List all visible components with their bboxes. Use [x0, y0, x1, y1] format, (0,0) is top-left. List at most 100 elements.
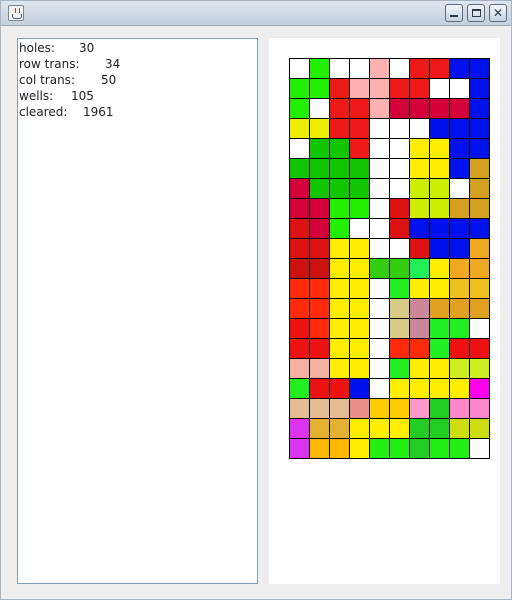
board-cell	[450, 99, 470, 119]
board-cell	[330, 99, 350, 119]
board-cell	[470, 219, 490, 239]
board-cell	[310, 119, 330, 139]
board-cell	[350, 299, 370, 319]
board-cell	[470, 359, 490, 379]
board-cell	[290, 59, 310, 79]
board-cell	[290, 159, 310, 179]
board-cell	[350, 199, 370, 219]
board-cell	[390, 199, 410, 219]
maximize-button[interactable]	[467, 4, 485, 22]
board-cell	[290, 199, 310, 219]
stat-value: 30	[79, 41, 95, 55]
maximize-icon	[471, 9, 481, 17]
board-cell	[310, 379, 330, 399]
client-area: holes: 30 row trans: 34 col trans: 50 wells…	[5, 31, 507, 595]
board-cell	[450, 279, 470, 299]
board-cell	[430, 279, 450, 299]
board-cell	[330, 379, 350, 399]
board-cell	[350, 359, 370, 379]
board-cell	[430, 199, 450, 219]
board-cell	[430, 179, 450, 199]
board-cell	[350, 79, 370, 99]
board-cell	[350, 159, 370, 179]
board-cell	[350, 379, 370, 399]
close-button[interactable]: ✕	[489, 4, 507, 22]
board-cell	[470, 419, 490, 439]
board-cell	[370, 279, 390, 299]
board-cell	[390, 339, 410, 359]
board-cell	[390, 359, 410, 379]
stat-value: 50	[101, 73, 117, 87]
java-coffee-cup-icon[interactable]	[8, 5, 24, 21]
board-cell	[390, 319, 410, 339]
board-cell	[410, 239, 430, 259]
board-cell	[430, 359, 450, 379]
board-cell	[350, 319, 370, 339]
board-cell	[430, 419, 450, 439]
board-cell	[310, 339, 330, 359]
board-cell	[290, 419, 310, 439]
board-cell	[390, 139, 410, 159]
board-cell	[430, 59, 450, 79]
board-cell	[430, 259, 450, 279]
board-cell	[310, 399, 330, 419]
minimize-button[interactable]	[445, 4, 463, 22]
board-cell	[330, 299, 350, 319]
board-cell	[330, 339, 350, 359]
board-cell	[390, 179, 410, 199]
board-cell	[330, 399, 350, 419]
board-cell	[410, 219, 430, 239]
board-cell	[450, 59, 470, 79]
board-cell	[310, 139, 330, 159]
title-bar[interactable]: ✕	[1, 1, 511, 26]
board-cell	[410, 59, 430, 79]
board-cell	[430, 139, 450, 159]
board-cell	[450, 79, 470, 99]
stat-label: wells:	[19, 89, 54, 103]
stat-row-row-trans: row trans: 34	[19, 56, 257, 72]
board-cell	[390, 239, 410, 259]
board-cell	[310, 219, 330, 239]
board-cell	[330, 159, 350, 179]
board-cell	[370, 199, 390, 219]
board-cell	[430, 119, 450, 139]
board-cell	[430, 159, 450, 179]
board-cell	[350, 139, 370, 159]
board-cell	[310, 179, 330, 199]
board-panel	[269, 38, 500, 584]
board-cell	[330, 319, 350, 339]
board-cell	[470, 339, 490, 359]
board-cell	[330, 199, 350, 219]
board-cell	[390, 419, 410, 439]
stat-row-col-trans: col trans: 50	[19, 72, 257, 88]
stats-panel[interactable]: holes: 30 row trans: 34 col trans: 50 wells…	[17, 38, 258, 584]
board-cell	[410, 399, 430, 419]
board-cell	[470, 159, 490, 179]
board-cell	[470, 379, 490, 399]
board-cell	[370, 259, 390, 279]
board-cell	[290, 139, 310, 159]
board-cell	[410, 79, 430, 99]
board-cell	[410, 159, 430, 179]
board-cell	[470, 139, 490, 159]
board-cell	[330, 439, 350, 459]
board-cell	[290, 339, 310, 359]
board-cell	[310, 59, 330, 79]
board-cell	[430, 219, 450, 239]
board-cell	[390, 219, 410, 239]
board-cell	[450, 319, 470, 339]
board-cell	[370, 119, 390, 139]
board-cell	[450, 139, 470, 159]
stat-value: 1961	[83, 105, 114, 119]
board-cell	[410, 379, 430, 399]
board-cell	[350, 219, 370, 239]
board-cell	[290, 439, 310, 459]
board-cell	[370, 339, 390, 359]
stat-label: cleared:	[19, 105, 68, 119]
board-cell	[450, 179, 470, 199]
board-cell	[370, 359, 390, 379]
board-cell	[470, 439, 490, 459]
board-cell	[390, 119, 410, 139]
board-cell	[410, 279, 430, 299]
board-cell	[450, 379, 470, 399]
